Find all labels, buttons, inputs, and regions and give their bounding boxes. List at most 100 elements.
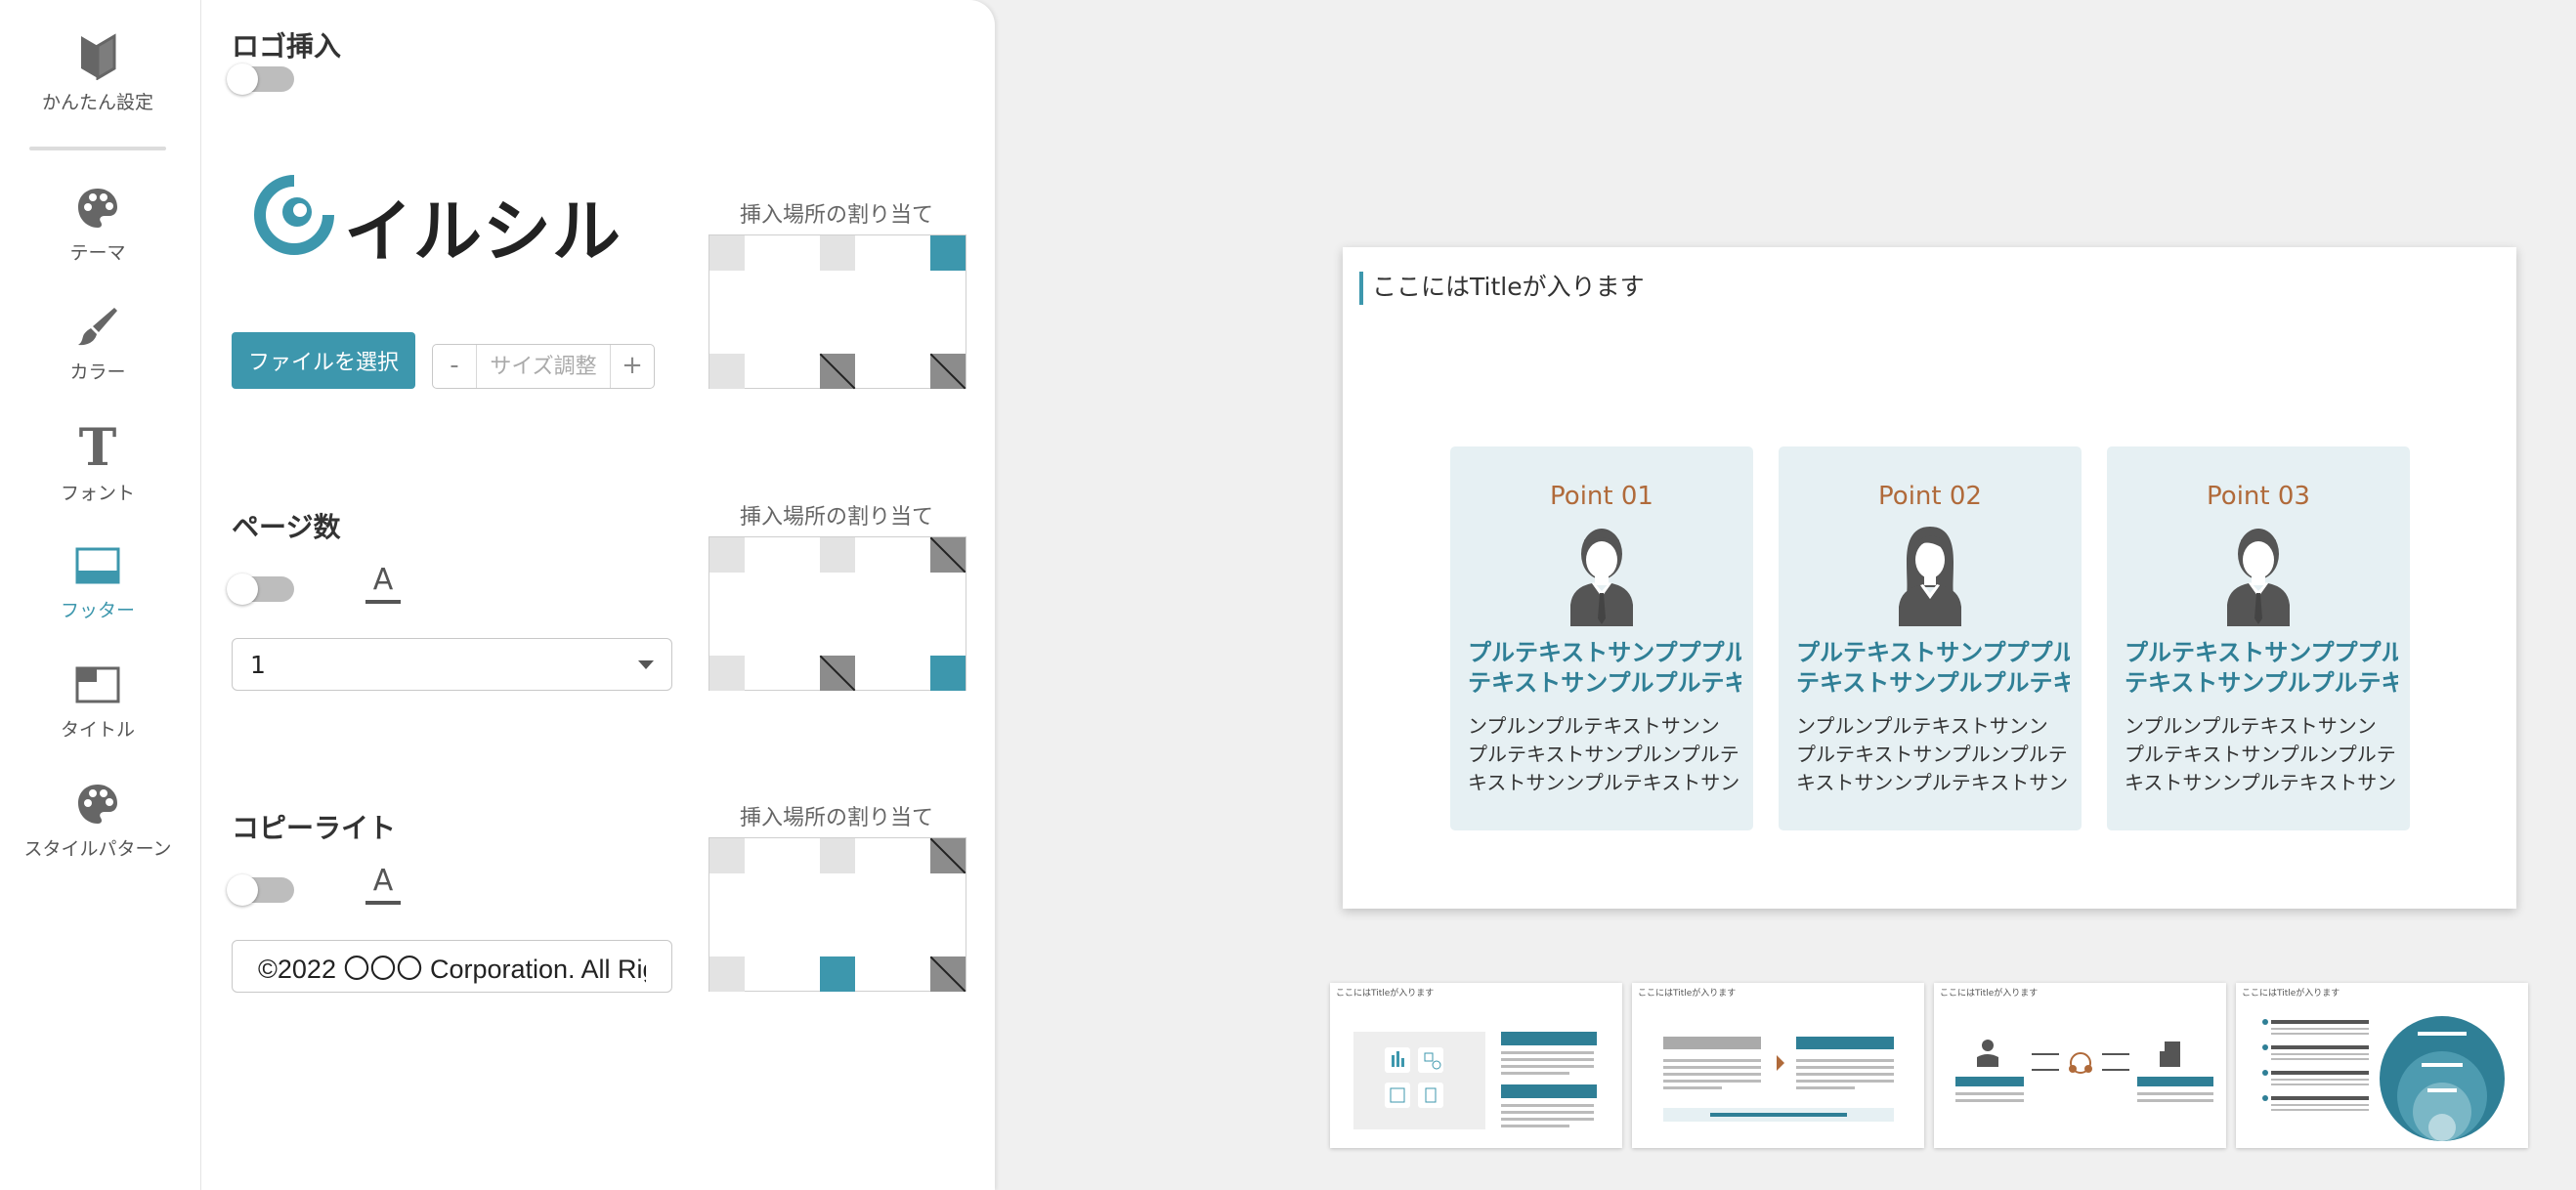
card-heading-line: テキストサンプルプルテキ xyxy=(2125,669,2398,697)
palette-icon xyxy=(78,189,117,228)
page-number-toggle[interactable] xyxy=(227,574,294,605)
sidebar-nav: かんたん設定 テーマ カラー T フォント フッター タイトル スタイルパターン xyxy=(0,0,201,1190)
placement-cell-top-center[interactable] xyxy=(820,235,855,271)
beginner-mark-icon xyxy=(81,33,116,80)
placement-cell-bottom-left[interactable] xyxy=(709,656,745,691)
placement-cell-bottom-right[interactable] xyxy=(930,656,966,691)
placement-cell-top-right[interactable] xyxy=(930,235,966,271)
brush-icon xyxy=(78,308,117,346)
placement-cell-top-left[interactable] xyxy=(709,838,745,873)
copyright-toggle[interactable] xyxy=(227,874,294,906)
card-body-line: キストサンンプルテキストサン xyxy=(2125,771,2397,794)
nav-item-font[interactable]: T フォント xyxy=(0,422,195,505)
placement-cell-top-left[interactable] xyxy=(709,235,745,271)
copyright-section-title: コピーライト xyxy=(232,812,397,844)
card-heading-line: プルテキストサンプププル xyxy=(2125,639,2398,666)
placement-cell-bottom-center[interactable] xyxy=(820,354,855,389)
page-number-placement-grid xyxy=(708,536,966,691)
size-decrease-button[interactable]: - xyxy=(433,345,476,388)
card-body-line: プルテキストサンプルンプルテ xyxy=(1796,743,2068,766)
slide-thumbnail[interactable]: ここにはTitleが入ります xyxy=(2236,983,2528,1148)
businessman-icon xyxy=(1570,529,1633,626)
page-number-select[interactable]: 1 xyxy=(232,638,672,691)
copyright-font-color-icon[interactable]: A xyxy=(364,866,403,905)
logo-preview: イルシル xyxy=(254,171,635,272)
page-number-placement-title: 挿入場所の割り当て xyxy=(739,505,933,530)
logo-section-title: ロゴ挿入 xyxy=(232,30,342,63)
placement-cell-top-left[interactable] xyxy=(709,537,745,573)
title-layout-icon xyxy=(75,666,120,703)
copyright-text-input[interactable] xyxy=(232,940,672,993)
thumbnail-preview-graphic xyxy=(1955,1040,2213,1102)
slide-preview: ここにはTitleが入ります Point 01 プルテキストサンプププル テキスト… xyxy=(1343,247,2516,909)
point-card: Point 03 プルテキストサンプププル テキストサンプルプルテキ ンプルンプル… xyxy=(2107,446,2410,830)
nav-label-easy-setup: かんたん設定 xyxy=(41,92,153,113)
point-label: Point 03 xyxy=(2207,482,2310,511)
placement-cell-bottom-right[interactable] xyxy=(930,956,966,992)
thumbnail-preview-graphic xyxy=(2262,1016,2505,1141)
placement-cell-bottom-center[interactable] xyxy=(820,656,855,691)
placement-cell-bottom-center[interactable] xyxy=(820,956,855,992)
nav-label-footer: フッター xyxy=(60,600,135,621)
placement-cell-top-center[interactable] xyxy=(820,838,855,873)
card-heading: プルテキストサンプププル テキストサンプルプルテキ xyxy=(2125,638,2398,699)
palette-icon xyxy=(78,785,117,824)
thumbnail-preview-graphic xyxy=(1663,1037,1894,1122)
nav-item-style-pattern[interactable]: スタイルパターン xyxy=(0,782,195,861)
card-body-line: プルテキストサンプルンプルテ xyxy=(1468,743,1739,766)
point-label: Point 01 xyxy=(1550,482,1653,511)
card-heading: プルテキストサンプププル テキストサンプルプルテキ xyxy=(1468,638,1741,699)
nav-label-title: タイトル xyxy=(60,719,135,741)
page-number-select-value: 1 xyxy=(250,651,266,679)
slide-thumbnail[interactable]: ここにはTitleが入ります xyxy=(1934,983,2226,1148)
placement-cell-bottom-left[interactable] xyxy=(709,354,745,389)
slide-title: ここにはTitleが入ります xyxy=(1372,273,1645,301)
card-heading: プルテキストサンプププル テキストサンプルプルテキ xyxy=(1796,638,2070,699)
card-heading-line: テキストサンプルプルテキ xyxy=(1468,669,1741,697)
point-card: Point 02 プルテキストサンプププル テキストサンプルプルテキ ンプルンプル… xyxy=(1779,446,2082,830)
nav-item-theme[interactable]: テーマ xyxy=(0,186,195,265)
card-heading-line: プルテキストサンプププル xyxy=(1796,639,2070,666)
nav-item-easy-setup[interactable]: かんたん設定 xyxy=(0,33,195,114)
card-body-line: キストサンンプルテキストサン xyxy=(1468,771,1740,794)
nav-divider xyxy=(29,147,166,150)
point-label: Point 02 xyxy=(1878,482,1982,511)
nav-label-style-pattern: スタイルパターン xyxy=(23,838,172,860)
page-number-font-color-icon[interactable]: A xyxy=(364,565,403,604)
nav-label-font: フォント xyxy=(60,483,135,504)
copyright-placement-title: 挿入場所の割り当て xyxy=(739,806,933,830)
nav-label-color: カラー xyxy=(69,361,126,383)
placement-cell-bottom-left[interactable] xyxy=(709,956,745,992)
card-body-line: プルテキストサンプルンプルテ xyxy=(2125,743,2396,766)
card-heading-line: テキストサンプルプルテキ xyxy=(1796,669,2070,697)
copyright-placement-grid xyxy=(708,837,966,992)
logo-mark-icon xyxy=(254,175,334,255)
size-increase-button[interactable]: + xyxy=(611,345,654,388)
placement-cell-top-center[interactable] xyxy=(820,537,855,573)
businessman-icon xyxy=(2227,529,2290,626)
nav-item-title[interactable]: タイトル xyxy=(0,664,195,742)
card-body: ンプルンプルテキストサンン プルテキストサンプルンプルテ キストサンンプルテキストサ… xyxy=(1468,712,1741,797)
size-input[interactable] xyxy=(476,345,611,388)
placement-cell-top-right[interactable] xyxy=(930,838,966,873)
file-select-button[interactable]: ファイルを選択 xyxy=(232,332,415,389)
nav-label-theme: テーマ xyxy=(69,242,126,264)
placement-cell-top-right[interactable] xyxy=(930,537,966,573)
svg-text:T: T xyxy=(79,422,117,471)
card-body-line: キストサンンプルテキストサン xyxy=(1796,771,2069,794)
slide-thumbnail[interactable]: ここにはTitleが入ります xyxy=(1632,983,1924,1148)
card-heading-line: プルテキストサンプププル xyxy=(1468,639,1741,666)
card-body: ンプルンプルテキストサンン プルテキストサンプルンプルテ キストサンンプルテキストサ… xyxy=(1796,712,2070,797)
nav-item-color[interactable]: カラー xyxy=(0,305,195,384)
businesswoman-icon xyxy=(1899,527,1961,626)
logo-toggle[interactable] xyxy=(227,64,294,95)
chevron-down-icon xyxy=(638,660,654,669)
footer-icon xyxy=(75,547,120,584)
card-body-line: ンプルンプルテキストサンン xyxy=(2125,714,2377,738)
font-t-icon: T xyxy=(79,422,117,471)
card-body-line: ンプルンプルテキストサンン xyxy=(1468,714,1720,738)
nav-item-footer[interactable]: フッター xyxy=(0,545,195,622)
placement-cell-bottom-right[interactable] xyxy=(930,354,966,389)
slide-thumbnail[interactable]: ここにはTitleが入ります xyxy=(1330,983,1622,1148)
thumbnail-preview-graphic xyxy=(1353,1032,1597,1129)
